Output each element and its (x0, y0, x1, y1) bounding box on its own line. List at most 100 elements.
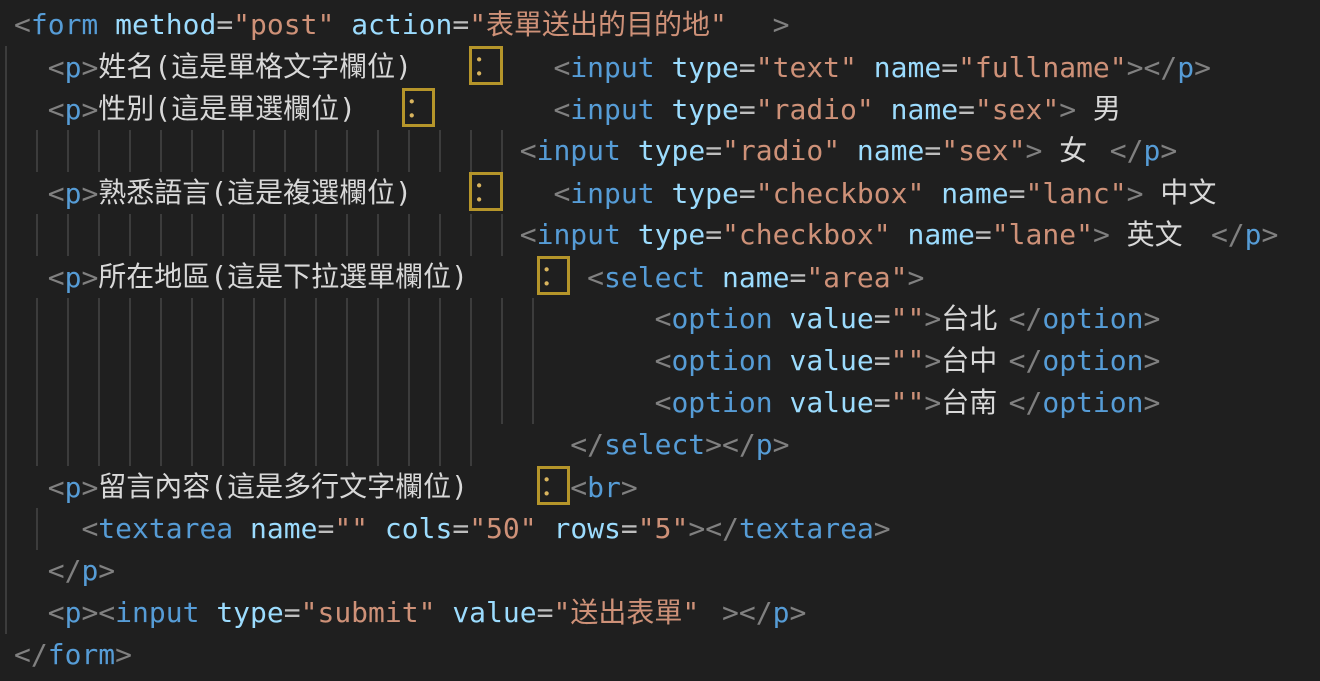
code-token-attr: name (857, 134, 924, 167)
code-token-tag: form (31, 8, 98, 41)
code-token-punc: < (48, 93, 65, 126)
code-token-tag: option (1042, 302, 1143, 335)
code-token-punc: < (655, 302, 672, 335)
code-token-attr: cols (385, 512, 452, 545)
code-token-tag: p (65, 177, 82, 210)
code-token-eq: = (621, 512, 638, 545)
code-token-plain: 留言內容(這是多行文字欄位) (98, 466, 536, 508)
code-token-str: "" (891, 386, 925, 419)
code-token-plain: 性別(這是單選欄位) (98, 88, 401, 130)
code-token-eq: = (452, 512, 469, 545)
code-token-str: "checkbox" (722, 218, 891, 251)
code-token-plain (891, 218, 908, 251)
code-token-attr: name (874, 51, 941, 84)
code-token-eq: = (874, 302, 891, 335)
code-token-punc: < (570, 471, 587, 504)
code-token-tag: p (756, 428, 773, 461)
code-token-punc: </ (739, 596, 773, 629)
unicode-highlight-box: ： (537, 466, 571, 505)
code-token-punc: < (98, 596, 115, 629)
code-token-punc: > (874, 512, 891, 545)
code-editor[interactable]: <form method="post" action="表單送出的目的地"> <… (0, 0, 1320, 681)
code-token-str: "表單送出的目的地" (469, 4, 772, 46)
code-token-eq: = (975, 218, 992, 251)
code-token-str: "50" (469, 512, 536, 545)
indent-guide (5, 382, 7, 424)
code-token-punc: > (1160, 134, 1177, 167)
code-token-eq: = (874, 386, 891, 419)
code-token-punc: </ (1211, 218, 1245, 251)
code-token-plain (874, 93, 891, 126)
code-token-punc: </ (705, 512, 739, 545)
code-token-plain: 台北 (941, 298, 1008, 340)
code-token-punc: </ (1009, 344, 1043, 377)
code-token-punc: < (14, 8, 31, 41)
code-token-punc: < (48, 177, 65, 210)
code-token-plain (233, 512, 250, 545)
code-token-plain (503, 51, 554, 84)
code-token-attr: type (638, 134, 705, 167)
code-token-punc: > (81, 596, 98, 629)
code-token-punc: > (81, 471, 98, 504)
code-line-6: <input type="checkbox" name="lane"> 英文 <… (0, 214, 1320, 256)
code-token-plain (14, 51, 48, 84)
code-token-tag: option (1042, 386, 1143, 419)
code-token-plain (705, 261, 722, 294)
code-token-attr: method (115, 8, 216, 41)
code-line-3: <p>性別(這是單選欄位)： <input type="radio" name=… (0, 88, 1320, 130)
code-token-tag: textarea (739, 512, 874, 545)
code-token-punc: > (773, 8, 790, 41)
code-token-plain (503, 177, 554, 210)
code-token-plain (14, 134, 520, 167)
indent-guide (5, 424, 7, 466)
indent-guide (5, 256, 7, 298)
code-token-punc: > (773, 428, 790, 461)
code-token-plain (14, 386, 655, 419)
code-token-punc: </ (1144, 51, 1178, 84)
code-token-plain: 所在地區(這是下拉選單欄位) (98, 256, 536, 298)
unicode-highlight-box: ： (537, 256, 571, 295)
code-token-str: "radio" (756, 93, 874, 126)
code-token-plain (655, 93, 672, 126)
indent-guide (5, 592, 7, 634)
code-token-tag: p (65, 93, 82, 126)
code-token-str: "submit" (301, 596, 436, 629)
code-token-plain (655, 51, 672, 84)
code-token-plain (199, 596, 216, 629)
code-line-15: <p><input type="submit" value="送出表單"></p… (0, 592, 1320, 634)
code-token-attr: name (891, 93, 958, 126)
indent-guide (5, 172, 7, 214)
code-token-tag: p (65, 471, 82, 504)
code-token-attr: rows (553, 512, 620, 545)
code-token-punc: < (520, 134, 537, 167)
code-line-7: <p>所在地區(這是下拉選單欄位)： <select name="area"> (0, 256, 1320, 298)
code-token-tag: p (65, 261, 82, 294)
code-token-str: "lane" (992, 218, 1093, 251)
code-token-plain (14, 93, 48, 126)
code-token-eq: = (452, 8, 469, 41)
code-token-tag: input (537, 134, 621, 167)
code-token-punc: < (48, 471, 65, 504)
code-token-str: "radio" (722, 134, 840, 167)
code-token-str: "sex" (941, 134, 1025, 167)
code-token-tag: p (1177, 51, 1194, 84)
code-token-plain: 英文 (1110, 214, 1211, 256)
code-token-plain (14, 261, 48, 294)
code-token-eq: = (705, 134, 722, 167)
code-token-punc: < (48, 596, 65, 629)
indent-guide (5, 46, 7, 88)
code-token-plain (14, 512, 81, 545)
unicode-highlight-box: ： (469, 172, 503, 211)
indent-guide (5, 130, 7, 172)
code-line-2: <p>姓名(這是單格文字欄位)： <input type="text" name… (0, 46, 1320, 88)
code-token-punc: < (655, 344, 672, 377)
code-token-str: "post" (233, 8, 334, 41)
code-token-punc: > (81, 51, 98, 84)
code-token-plain: 熟悉語言(這是複選欄位) (98, 172, 469, 214)
code-token-tag: p (81, 554, 98, 587)
code-token-plain (14, 177, 48, 210)
code-token-plain (14, 344, 655, 377)
code-token-tag: br (587, 471, 621, 504)
code-token-eq: = (874, 344, 891, 377)
code-token-punc: > (1127, 51, 1144, 84)
